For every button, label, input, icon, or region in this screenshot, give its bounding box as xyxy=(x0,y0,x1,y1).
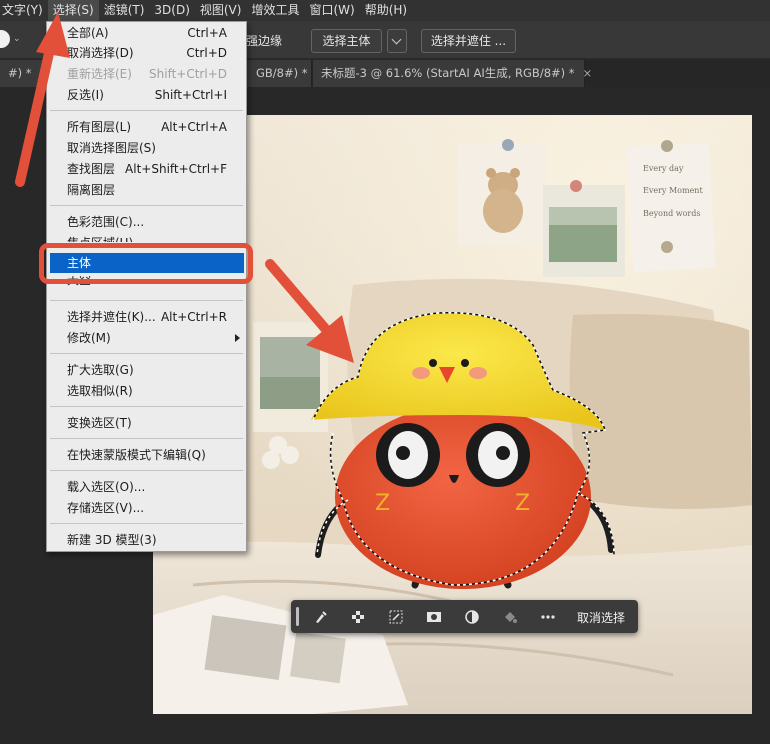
menu-item-inverse[interactable]: 反选(I) Shift+Ctrl+I xyxy=(48,85,245,105)
menu-item-focus-area[interactable]: 焦点区域(U)... xyxy=(48,233,245,242)
menu-item-label: 新建 3D 模型(3) xyxy=(67,533,157,547)
menu-item-shortcut: Alt+Shift+Ctrl+F xyxy=(125,162,227,176)
menu-item-all[interactable]: 全部(A) Ctrl+A xyxy=(48,23,245,43)
menu-item-new-3d-model[interactable]: 新建 3D 模型(3) xyxy=(48,530,245,550)
menu-separator xyxy=(50,300,243,301)
more-options-icon[interactable] xyxy=(540,609,556,625)
tab-doc-2[interactable]: GB/8#) *× xyxy=(246,60,325,87)
menu-item-label: 重新选择(E) xyxy=(67,67,132,81)
menu-bar: 文字(Y) 选择(S) 滤镜(T) 3D(D) 视图(V) 增效工具 窗口(W)… xyxy=(0,0,770,21)
menu-item-label: 焦点区域(U)... xyxy=(67,233,145,242)
menu-item-reselect: 重新选择(E) Shift+Ctrl+D xyxy=(48,64,245,84)
menu-item-label: 隔离图层 xyxy=(67,183,116,197)
fill-bucket-icon[interactable] xyxy=(502,609,518,625)
menu-item-shortcut: Ctrl+A xyxy=(187,26,227,40)
menu-item-label: 主体 xyxy=(67,256,92,270)
menu-select[interactable]: 选择(S) xyxy=(47,0,99,21)
menu-window[interactable]: 窗口(W) xyxy=(304,0,359,21)
menu-item-sky[interactable]: 天空 xyxy=(48,276,245,292)
menu-item-select-and-mask[interactable]: 选择并遮住(K)... Alt+Ctrl+R xyxy=(48,307,245,327)
menu-item-label: 修改(M) xyxy=(67,331,111,345)
submenu-arrow-icon xyxy=(235,334,240,342)
close-icon[interactable]: × xyxy=(583,66,593,80)
menu-item-label: 取消选择(D) xyxy=(67,46,134,60)
menu-item-transform-selection[interactable]: 变换选区(T) xyxy=(48,413,245,433)
menu-separator xyxy=(50,353,243,354)
menu-3d[interactable]: 3D(D) xyxy=(149,0,194,21)
enhance-edge-label[interactable]: 强边缘 xyxy=(246,32,282,49)
menu-item-load-selection[interactable]: 载入选区(O)... xyxy=(48,477,245,497)
menu-item-label: 反选(I) xyxy=(67,88,104,102)
menu-item-label: 查找图层 xyxy=(67,162,116,176)
menu-item-all-layers[interactable]: 所有图层(L) Alt+Ctrl+A xyxy=(48,117,245,137)
menu-item-label: 选取相似(R) xyxy=(67,384,133,398)
menu-separator xyxy=(50,406,243,407)
menu-item-shortcut: Shift+Ctrl+I xyxy=(154,88,227,102)
menu-item-similar[interactable]: 选取相似(R) xyxy=(48,381,245,401)
menu-item-quick-mask[interactable]: 在快速蒙版模式下编辑(Q) xyxy=(48,445,245,465)
tab-label: 未标题-3 @ 61.6% (StartAI AI生成, RGB/8#) * xyxy=(321,66,575,80)
menu-item-shortcut: Alt+Ctrl+R xyxy=(160,310,227,324)
menu-item-label: 全部(A) xyxy=(67,26,109,40)
menu-item-color-range[interactable]: 色彩范围(C)... xyxy=(48,212,245,232)
transform-selection-icon[interactable] xyxy=(388,609,404,625)
cancel-selection-button[interactable]: 取消选择 xyxy=(577,609,625,626)
svg-text:Z: Z xyxy=(375,491,390,516)
menu-item-label: 色彩范围(C)... xyxy=(67,215,145,229)
tab-label: #) * xyxy=(8,66,32,80)
menu-item-label: 扩大选取(G) xyxy=(67,363,134,377)
menu-separator xyxy=(50,523,243,524)
tab-doc-1[interactable]: #) * × xyxy=(0,60,49,87)
select-menu-dropdown: 全部(A) Ctrl+A 取消选择(D) Ctrl+D 重新选择(E) Shift+C… xyxy=(46,21,247,552)
menu-item-grow[interactable]: 扩大选取(G) xyxy=(48,360,245,380)
menu-item-label: 在快速蒙版模式下编辑(Q) xyxy=(67,448,206,462)
tab-doc-3[interactable]: 未标题-3 @ 61.6% (StartAI AI生成, RGB/8#) * × xyxy=(313,60,592,87)
menu-separator xyxy=(50,110,243,111)
adjustment-icon[interactable] xyxy=(464,609,480,625)
menu-plugins[interactable]: 增效工具 xyxy=(246,0,304,21)
menu-separator xyxy=(50,470,243,471)
menu-item-label: 选择并遮住(K)... xyxy=(67,310,156,324)
chevron-down-icon[interactable]: ⌄ xyxy=(13,34,21,44)
menu-item-find-layers[interactable]: 查找图层 Alt+Shift+Ctrl+F xyxy=(48,159,245,179)
menu-item-deselect-layers[interactable]: 取消选择图层(S) xyxy=(48,138,245,158)
note-line-2: Every Moment xyxy=(643,186,703,195)
menu-item-label: 载入选区(O)... xyxy=(67,480,146,494)
menu-item-label: 所有图层(L) xyxy=(67,120,132,134)
brush-select-icon[interactable] xyxy=(313,609,329,625)
menu-view[interactable]: 视图(V) xyxy=(195,0,247,21)
menu-item-label: 变换选区(T) xyxy=(67,416,132,430)
drag-handle[interactable] xyxy=(296,607,299,626)
menu-separator xyxy=(50,205,243,206)
menu-separator xyxy=(50,438,243,439)
menu-item-label: 取消选择图层(S) xyxy=(67,141,156,155)
select-subject-button[interactable]: 选择主体 xyxy=(311,29,382,53)
svg-text:Z: Z xyxy=(515,491,530,516)
menu-item-deselect[interactable]: 取消选择(D) Ctrl+D xyxy=(48,43,245,63)
select-subject-dropdown[interactable] xyxy=(387,29,407,53)
menu-help[interactable]: 帮助(H) xyxy=(360,0,412,21)
note-line-3: Beyond words xyxy=(643,209,700,218)
contextual-task-bar: 取消选择 xyxy=(291,600,638,633)
select-and-mask-button[interactable]: 选择并遮住 ... xyxy=(421,29,516,53)
note-line-1: Every day xyxy=(643,164,684,173)
menu-item-shortcut: Shift+Ctrl+D xyxy=(149,67,227,81)
menu-item-save-selection[interactable]: 存储选区(V)... xyxy=(48,498,245,518)
mask-icon[interactable] xyxy=(426,609,442,625)
menu-item-isolate-layers[interactable]: 隔离图层 xyxy=(48,180,245,200)
brush-preset-icon[interactable] xyxy=(0,30,10,48)
menu-item-shortcut: Alt+Ctrl+A xyxy=(161,120,227,134)
menu-item-subject[interactable]: 主体 xyxy=(50,253,244,273)
menu-item-modify[interactable]: 修改(M) xyxy=(48,328,245,348)
menu-item-label: 天空 xyxy=(67,276,92,287)
checker-mask-icon[interactable] xyxy=(350,609,366,625)
menu-item-shortcut: Ctrl+D xyxy=(186,46,227,60)
menu-filter[interactable]: 滤镜(T) xyxy=(99,0,150,21)
tab-label: GB/8#) * xyxy=(256,66,308,80)
menu-item-label: 存储选区(V)... xyxy=(67,501,145,515)
menu-type[interactable]: 文字(Y) xyxy=(0,0,48,21)
